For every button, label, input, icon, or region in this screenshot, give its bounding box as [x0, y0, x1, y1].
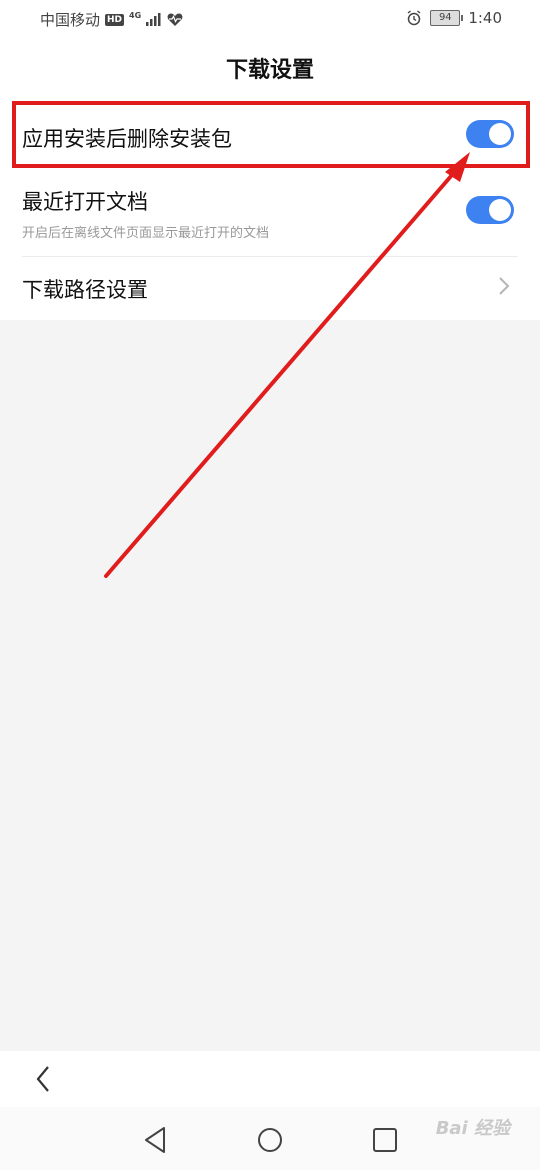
setting-label: 应用安装后删除安装包 [22, 127, 232, 151]
alarm-icon [407, 10, 421, 26]
title-bar: 下载设置 [0, 36, 540, 98]
heart-health-icon [167, 13, 183, 26]
clock-time: 1:40 [468, 9, 502, 27]
setting-row-recent-docs[interactable]: 最近打开文档 开启后在离线文件页面显示最近打开的文档 [0, 172, 540, 256]
setting-row-download-path[interactable]: 下载路径设置 [0, 257, 540, 320]
nav-home-icon[interactable] [255, 1125, 285, 1155]
delete-package-toggle[interactable] [466, 120, 514, 148]
signal-icon [146, 13, 161, 26]
chevron-right-icon [499, 277, 510, 295]
nav-recents-icon[interactable] [370, 1125, 400, 1155]
back-arrow-icon[interactable] [30, 1063, 60, 1095]
toggle-knob [489, 123, 511, 145]
baidu-watermark: Bai 经验 [435, 1118, 510, 1139]
hd-badge: HD [105, 13, 125, 26]
status-left: 中国移动 HD 4G [40, 9, 183, 30]
battery-indicator: 94 [430, 10, 464, 26]
status-bar: 中国移动 HD 4G 94 1:40 [0, 0, 540, 36]
network-type: 4G [129, 10, 142, 20]
status-right: 94 1:40 [406, 9, 502, 27]
battery-level: 94 [438, 12, 452, 23]
setting-subtitle: 开启后在离线文件页面显示最近打开的文档 [22, 226, 270, 241]
nav-back-icon[interactable] [140, 1125, 170, 1155]
recent-docs-toggle[interactable] [466, 196, 514, 224]
setting-label: 下载路径设置 [22, 278, 148, 302]
carrier-name: 中国移动 [40, 11, 101, 29]
toggle-knob [489, 199, 511, 221]
setting-row-delete-package[interactable]: 应用安装后删除安装包 [0, 98, 540, 172]
settings-list: 应用安装后删除安装包 最近打开文档 开启后在离线文件页面显示最近打开的文档 下载… [0, 98, 540, 320]
bottom-toolbar [0, 1051, 540, 1107]
setting-label: 最近打开文档 [22, 190, 148, 214]
page-title: 下载设置 [225, 58, 314, 83]
